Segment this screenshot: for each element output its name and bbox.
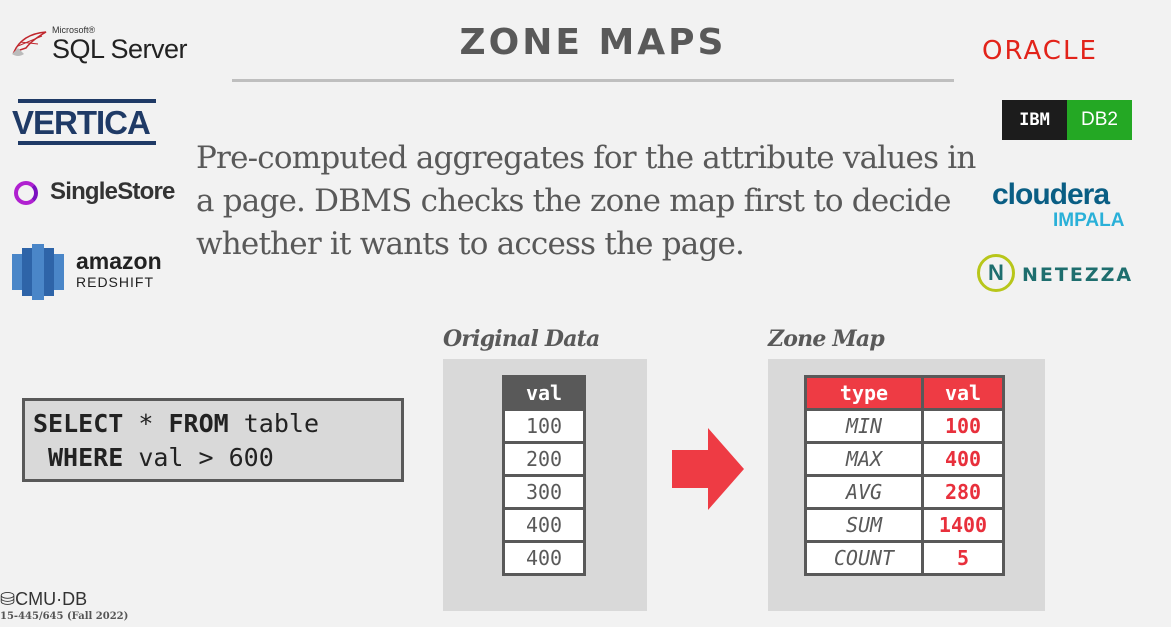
table-row: 100	[502, 408, 586, 444]
query-star: *	[123, 409, 169, 438]
slide-description: Pre-computed aggregates for the attribut…	[196, 140, 976, 262]
netezza-name: NETEZZA	[1022, 264, 1134, 286]
singlestore-logo: SingleStore	[12, 176, 182, 210]
sql-server-name: SQL Server	[52, 34, 188, 64]
table-row: SUM 1400	[804, 507, 1005, 543]
zone-map-value: 1400	[921, 507, 1005, 543]
original-cell: 300	[502, 474, 586, 510]
sql-query-box: SELECT * FROM table WHERE val > 600	[22, 398, 404, 482]
table-row: 200	[502, 441, 586, 477]
zone-map-type: SUM	[804, 507, 924, 543]
cloudera-impala-logo: cloudera IMPALA	[992, 178, 1142, 234]
netezza-badge-icon: N	[977, 254, 1015, 292]
zone-map-label: Zone Map	[768, 326, 885, 352]
zone-map-type: COUNT	[804, 540, 924, 576]
slide-title: ZONE MAPS	[459, 22, 727, 63]
redshift-product: REDSHIFT	[76, 274, 154, 290]
cloudera-name: cloudera	[992, 178, 1110, 211]
netezza-logo: N NETEZZA	[977, 254, 1162, 296]
keyword-from: FROM	[168, 409, 229, 438]
table-row: MIN 100	[804, 408, 1005, 444]
zone-map-type: MAX	[804, 441, 924, 477]
sql-server-logo: Microsoft® SQL Server	[12, 20, 202, 70]
cmu-db-text: CMU·DB	[15, 589, 88, 609]
zone-map-header-val: val	[921, 375, 1005, 411]
oracle-logo: ORACLE	[982, 36, 1098, 66]
zone-map-value: 100	[921, 408, 1005, 444]
query-line-2: WHERE val > 600	[33, 441, 401, 475]
redshift-icon	[12, 244, 64, 300]
ibm-db2-logo: IBM DB2	[1002, 100, 1132, 140]
vertica-name: VERTICA	[12, 104, 151, 141]
redshift-brand: amazon	[76, 248, 162, 274]
zone-map-type: MIN	[804, 408, 924, 444]
ibm-mark: IBM	[1002, 100, 1067, 140]
original-data-table: val 100 200 300 400 400	[502, 375, 586, 576]
singlestore-name: SingleStore	[50, 178, 175, 205]
original-cell: 200	[502, 441, 586, 477]
table-row: COUNT 5	[804, 540, 1005, 576]
table-row: 400	[502, 540, 586, 576]
redshift-logo: amazon REDSHIFT	[12, 244, 172, 302]
title-divider	[232, 79, 954, 82]
vertica-bottom-bar	[18, 141, 156, 145]
zone-map-value: 5	[921, 540, 1005, 576]
keyword-where: WHERE	[48, 443, 124, 472]
zone-map-value: 280	[921, 474, 1005, 510]
zone-map-table: type val MIN 100 MAX 400 AVG 280 SUM 1400 CO…	[804, 375, 1005, 576]
zone-map-header-type: type	[804, 375, 924, 411]
database-icon: ⛁	[0, 589, 16, 609]
original-data-label: Original Data	[443, 326, 600, 352]
cmu-db-logo: ⛁CMU·DB	[0, 589, 87, 610]
query-condition: val > 600	[123, 443, 274, 472]
original-header-val: val	[502, 375, 586, 411]
keyword-select: SELECT	[33, 409, 124, 438]
table-row: AVG 280	[804, 474, 1005, 510]
right-arrow-icon	[672, 428, 744, 510]
impala-name: IMPALA	[1053, 210, 1125, 231]
course-label: 15-445/645 (Fall 2022)	[0, 611, 129, 622]
sql-server-icon	[12, 31, 47, 56]
table-row: 300	[502, 474, 586, 510]
zone-map-value: 400	[921, 441, 1005, 477]
query-line-1: SELECT * FROM table	[33, 407, 401, 441]
vertica-logo: VERTICA	[12, 96, 162, 148]
db2-mark: DB2	[1067, 100, 1132, 140]
original-cell: 400	[502, 507, 586, 543]
table-row: MAX 400	[804, 441, 1005, 477]
original-cell: 100	[502, 408, 586, 444]
zone-map-type: AVG	[804, 474, 924, 510]
original-cell: 400	[502, 540, 586, 576]
vertica-top-bar	[18, 99, 156, 103]
table-row: 400	[502, 507, 586, 543]
query-table: table	[228, 409, 319, 438]
singlestore-icon	[14, 181, 38, 205]
